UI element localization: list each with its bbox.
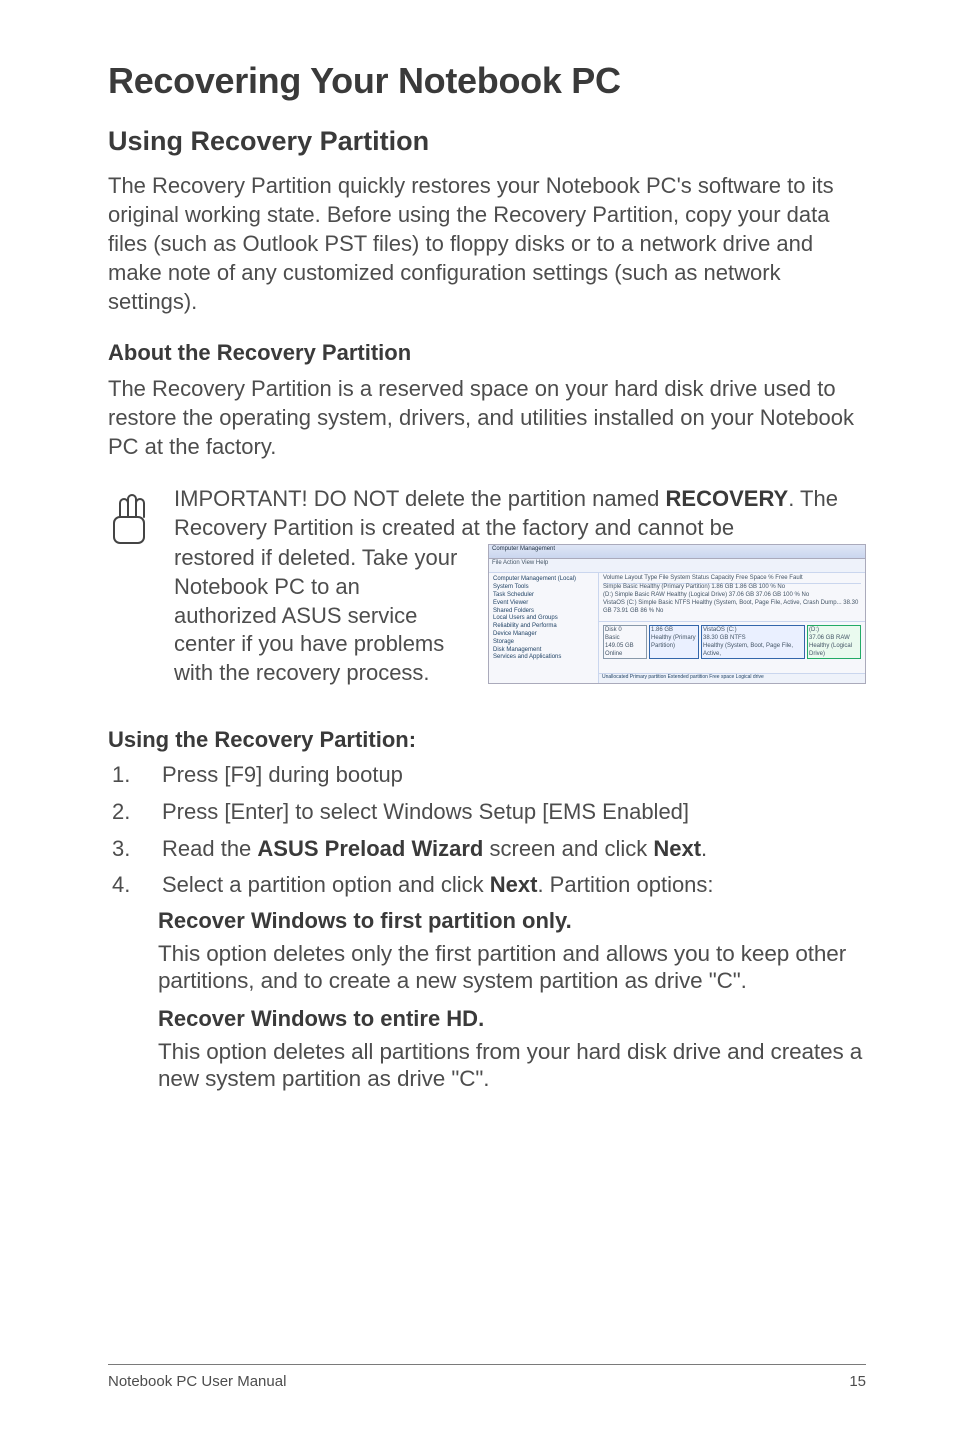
step-item: Press [F9] during bootup <box>112 761 866 790</box>
thumb-legend: Unallocated Primary partition Extended p… <box>599 673 865 683</box>
intro-paragraph: The Recovery Partition quickly restores … <box>108 171 866 316</box>
callout-strong: RECOVERY <box>666 486 789 511</box>
footer-title: Notebook PC User Manual <box>108 1373 286 1390</box>
subheading-using: Using the Recovery Partition: <box>108 727 866 753</box>
callout-text: IMPORTANT! DO NOT delete the partition n… <box>174 486 666 511</box>
partition-option: Recover Windows to first partition only.… <box>108 908 866 1092</box>
page-title: Recovering Your Notebook PC <box>108 60 866 102</box>
page-footer: Notebook PC User Manual 15 <box>108 1364 866 1390</box>
section-heading: Using Recovery Partition <box>108 126 866 157</box>
option-body: This option deletes all partitions from … <box>158 1038 866 1092</box>
disk-management-screenshot: Computer Management File Action View Hel… <box>488 544 866 684</box>
thumb-titlebar: Computer Management <box>489 545 865 559</box>
important-callout: IMPORTANT! DO NOT delete the partition n… <box>108 485 866 687</box>
subheading-about: About the Recovery Partition <box>108 340 866 366</box>
option-body: This option deletes only the first parti… <box>158 940 866 994</box>
option-heading: Recover Windows to first partition only. <box>158 908 866 934</box>
thumb-menubar: File Action View Help <box>489 559 865 573</box>
thumb-disk-map: Disk 0 Basic 149.05 GB Online 1.86 GB He… <box>599 621 865 673</box>
thumb-volume-table: Volume Layout Type File System Status Ca… <box>599 573 865 621</box>
step-item: Select a partition option and click Next… <box>112 871 866 900</box>
thumb-tree: Computer Management (Local) System Tools… <box>489 573 599 683</box>
callout-continued: restored if deleted. Take your Notebook … <box>174 544 464 687</box>
steps-list: Press [F9] during bootup Press [Enter] t… <box>112 761 866 899</box>
option-heading: Recover Windows to entire HD. <box>158 1006 866 1032</box>
step-item: Read the ASUS Preload Wizard screen and … <box>112 835 866 864</box>
hand-icon <box>108 485 156 687</box>
step-item: Press [Enter] to select Windows Setup [E… <box>112 798 866 827</box>
callout-top-line: IMPORTANT! DO NOT delete the partition n… <box>174 485 866 542</box>
page-number: 15 <box>849 1373 866 1390</box>
about-paragraph: The Recovery Partition is a reserved spa… <box>108 374 866 461</box>
